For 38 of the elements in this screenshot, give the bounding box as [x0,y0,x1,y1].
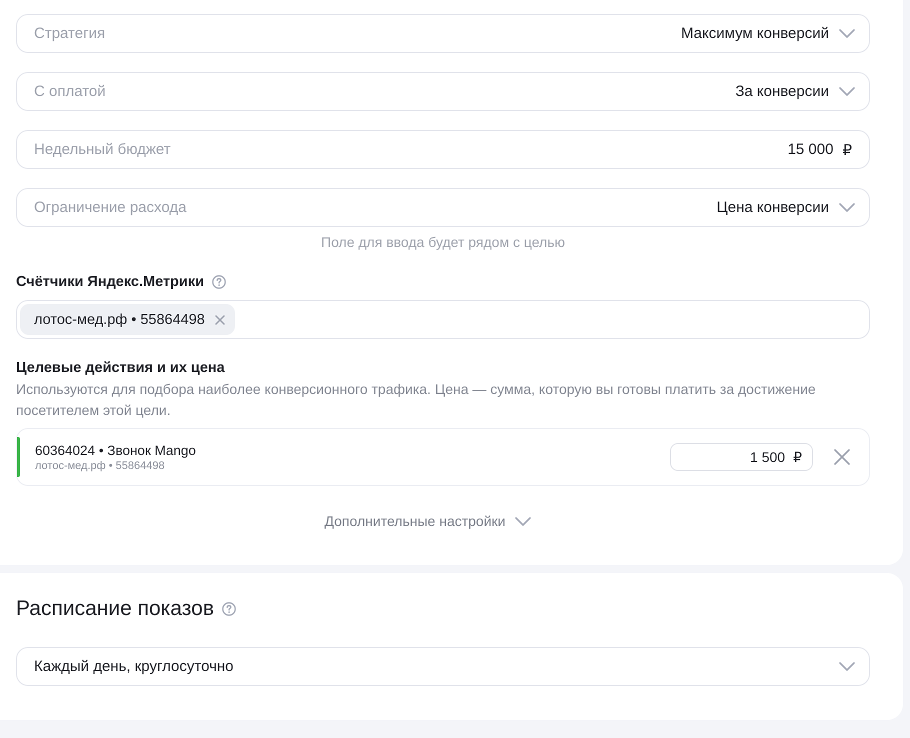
field-label: Ограничение расхода [34,199,188,216]
field-value: Цена конверсии [716,199,829,216]
field-label: Стратегия [34,25,106,42]
field-hint: Поле для ввода будет рядом с целью [320,234,566,251]
field-label: С оплатой [34,83,107,100]
counters-field[interactable]: лотос-мед.рф • 55864498 [16,300,870,339]
price-value: 1 500 [750,449,786,465]
field-value: Максимум конверсий [680,25,829,42]
chevron-icon [839,29,855,38]
field-label: Недельный бюджет [34,141,172,158]
price-input[interactable]: 1 500 ₽ [670,443,813,471]
currency-sign: ₽ [793,448,802,466]
chevron-icon [839,87,855,96]
section-heading: Расписание показов [16,596,214,622]
currency-sign: ₽ [842,140,852,158]
chevron-icon [515,516,532,526]
select-field[interactable]: Стратегия Максимум конверсий [16,14,870,53]
help-icon[interactable] [222,602,236,616]
section-description: Используются для подбора наиболее конверсионного трафика. Цена — сумма, которую вы готовы платить за достижение посетителем этой цели. [16,380,817,420]
field-value: 15 000 [788,141,834,158]
section-label: Счётчики Яндекс.Метрики [16,273,204,291]
close-icon[interactable] [834,449,850,465]
goal-counter: лотос-мед.рф • 55864498 [35,460,166,472]
counter-chip[interactable]: лотос-мед.рф • 55864498 [20,304,235,335]
goal-title: 60364024 • Звонок Mango [35,442,197,458]
select-field[interactable]: Каждый день, круглосуточно [16,647,870,686]
chevron-icon [839,203,855,212]
help-icon[interactable] [212,275,226,289]
more-settings-button[interactable]: Дополнительные настройки [324,513,532,529]
select-field[interactable]: С оплатой За конверсии [16,72,870,111]
field-value: Каждый день, круглосуточно [34,658,235,675]
section-title: Целевые действия и их цена [16,359,226,377]
remove-icon[interactable] [214,314,225,324]
chevron-icon [839,662,855,671]
field-value: За конверсии [735,83,829,100]
budget-input[interactable]: Недельный бюджет 15 000 ₽ [16,130,870,169]
chip-label: лотос-мед.рф • 55864498 [34,312,205,328]
select-field[interactable]: Ограничение расхода Цена конверсии [16,188,870,227]
